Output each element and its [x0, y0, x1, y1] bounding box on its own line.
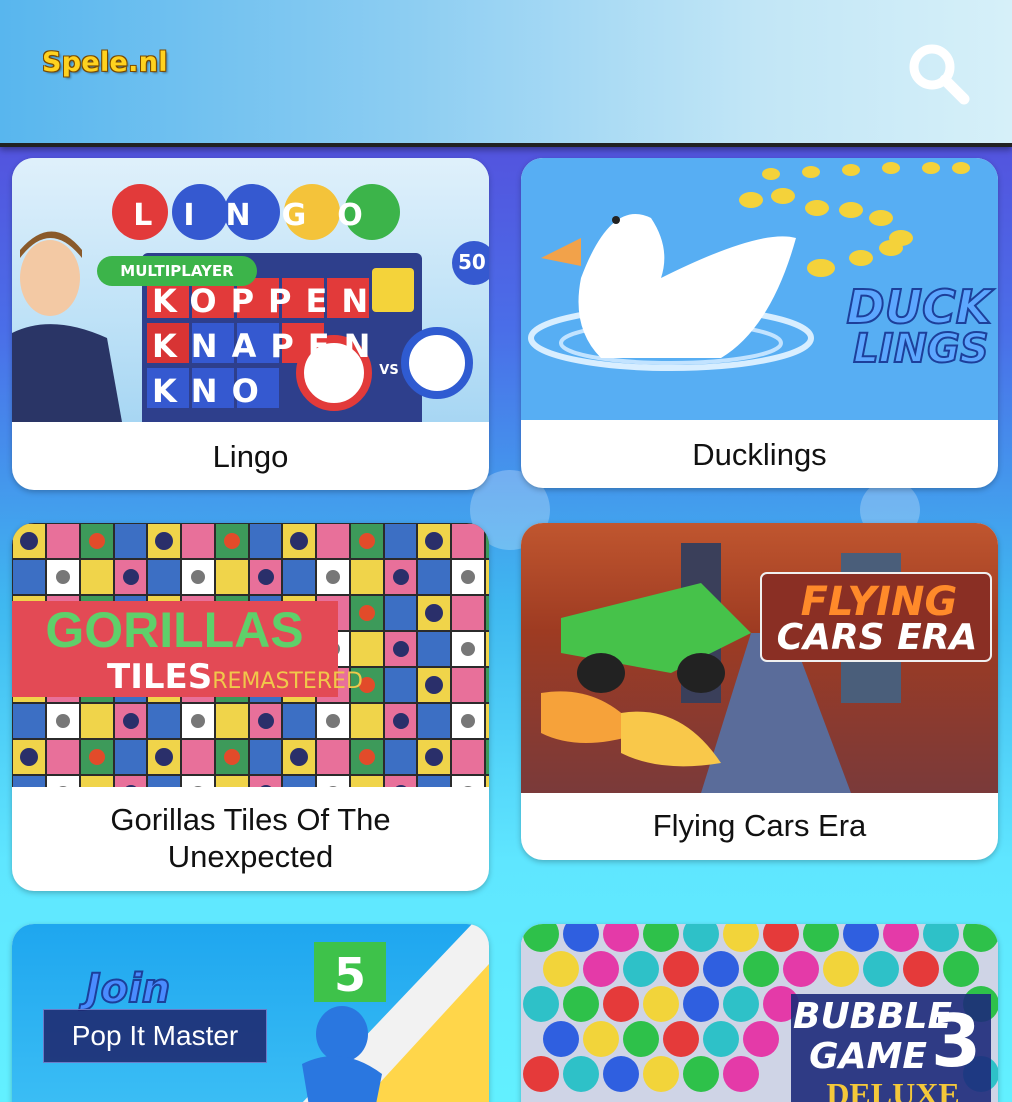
flying-cars-logo-line2: CARS ERA — [776, 617, 978, 658]
join-text: Join — [85, 965, 172, 1013]
flying-cars-artwork — [541, 543, 992, 793]
board-row-2: KNAPEN — [152, 327, 385, 365]
game-title: Gorillas Tiles Of The Unexpected — [110, 802, 391, 874]
game-card-flying-cars-era[interactable]: FLYING CARS ERA Flying Cars Era — [521, 523, 998, 860]
logo-letter: I — [183, 198, 226, 233]
game-thumbnail: LINGO MULTIPLAYER KOPPEN KNAPEN KNO VS 5… — [12, 158, 489, 422]
game-thumbnail: FLYING CARS ERA — [521, 523, 998, 793]
logo-letter: L — [133, 198, 184, 233]
vs-label: VS — [379, 363, 399, 378]
corner-number: 50 — [458, 250, 486, 274]
gorillas-logo-line1: GORILLAS — [45, 602, 304, 658]
level-number: 5 — [333, 948, 366, 1002]
search-button[interactable] — [905, 40, 971, 106]
game-thumbnail: DUCK LINGS — [521, 158, 998, 420]
lingo-logo-text: LINGO — [110, 198, 400, 233]
site-logo[interactable]: Spele.nl — [42, 47, 168, 78]
game-card-gorillas-tiles[interactable]: GORILLAS TILESREMASTERED Gorillas Tiles … — [12, 523, 489, 891]
game-title: Lingo — [212, 439, 289, 474]
bubble-logo-line1: BUBBLE — [793, 996, 953, 1037]
top-bar: Spele.nl — [0, 0, 1012, 147]
game-title: Flying Cars Era — [652, 808, 867, 843]
game-card-ducklings[interactable]: DUCK LINGS Ducklings — [521, 158, 998, 488]
bubble-logo-line3: DELUXE — [826, 1076, 960, 1102]
logo-letter: O — [337, 198, 394, 233]
game-title-tooltip: Pop It Master — [43, 1009, 267, 1063]
game-thumbnail: GORILLAS TILESREMASTERED — [12, 523, 489, 787]
game-title: Ducklings — [692, 437, 827, 472]
multiplayer-badge: MULTIPLAYER — [120, 262, 234, 280]
game-thumbnail: BUBBLE GAME 3 DELUXE — [521, 924, 998, 1102]
game-card-lingo[interactable]: LINGO MULTIPLAYER KOPPEN KNAPEN KNO VS 5… — [12, 158, 489, 490]
search-icon — [909, 44, 970, 105]
logo-letter: G — [281, 198, 338, 233]
bubble-logo-number: 3 — [930, 999, 982, 1083]
gorillas-logo-tiles: TILES — [107, 657, 213, 697]
gorillas-logo-remastered: REMASTERED — [212, 669, 363, 694]
gorillas-logo-line2: TILESREMASTERED — [27, 657, 412, 697]
board-row-1: KOPPEN — [152, 282, 383, 320]
ducklings-logo-line2: LINGS — [852, 325, 990, 373]
logo-letter: N — [225, 198, 282, 233]
game-card-bubble-game-3[interactable]: BUBBLE GAME 3 DELUXE — [521, 924, 998, 1102]
bubble-logo-line2: GAME — [809, 1036, 927, 1077]
